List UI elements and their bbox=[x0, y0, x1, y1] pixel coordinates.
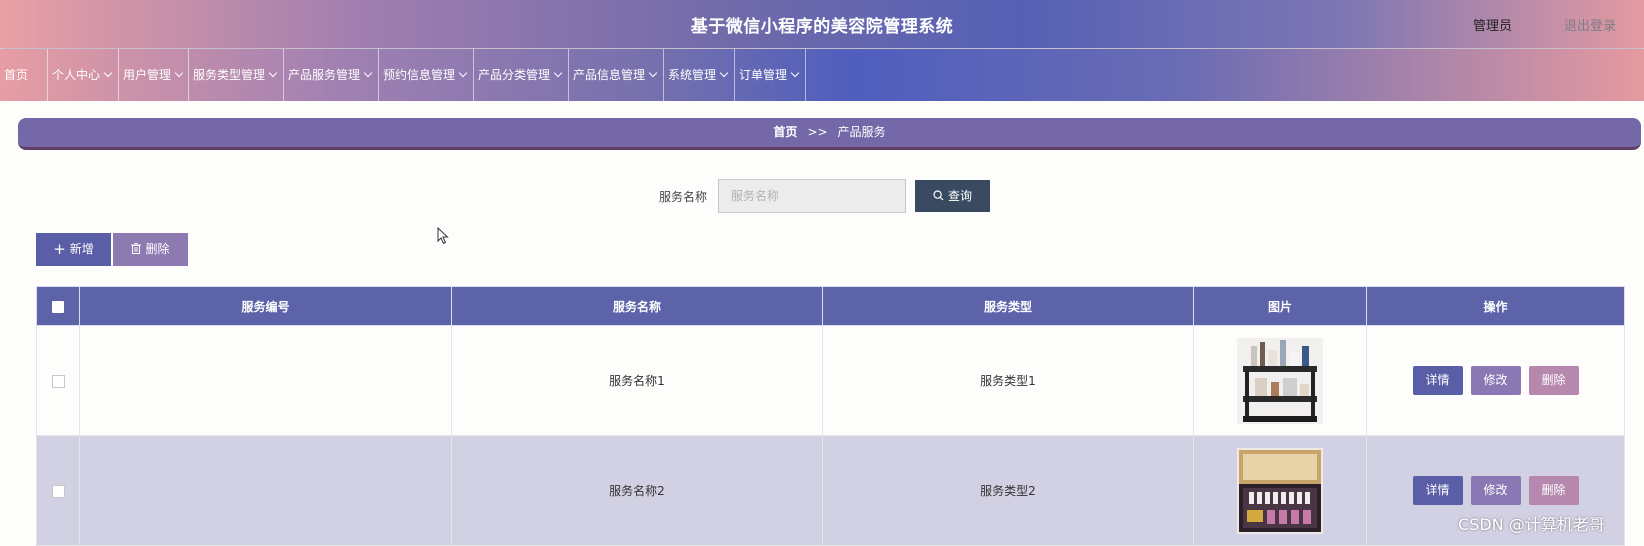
search-label: 服务名称 bbox=[659, 190, 708, 204]
column-header-service-name[interactable]: 服务名称 bbox=[451, 286, 823, 326]
edit-button[interactable]: 修改 bbox=[1470, 476, 1521, 505]
query-button-label: 查询 bbox=[947, 189, 972, 203]
service-id-cell bbox=[79, 325, 452, 436]
chevron-down-icon bbox=[458, 68, 468, 78]
column-header-image: 图片 bbox=[1193, 286, 1367, 326]
current-user-label: 管理员 bbox=[1473, 19, 1513, 34]
nav-item-product-service-management[interactable]: 产品服务管理 bbox=[284, 49, 379, 101]
delete-button[interactable]: 删除 bbox=[1528, 366, 1579, 395]
cosmetics-cart-photo bbox=[1237, 337, 1323, 424]
chevron-down-icon bbox=[363, 68, 373, 78]
image-cell bbox=[1193, 435, 1367, 546]
nav-item-home[interactable]: 首页 bbox=[0, 49, 48, 101]
image-cell bbox=[1193, 325, 1367, 436]
main-nav: 首页 个人中心 用户管理 服务类型管理 产品服务管理 预约信息管理 产品分类管理… bbox=[0, 49, 1644, 101]
service-type-cell: 服务类型1 bbox=[822, 325, 1194, 436]
table-row: 服务名称1 服务类型1 详情 修改 删除 bbox=[36, 325, 1625, 436]
nav-item-label: 系统管理 bbox=[668, 68, 717, 82]
chevron-down-icon bbox=[103, 68, 113, 78]
chevron-down-icon bbox=[553, 68, 563, 78]
row-checkbox[interactable] bbox=[51, 484, 65, 498]
row-checkbox[interactable] bbox=[51, 374, 65, 388]
table-header-row: 服务编号 服务名称 服务类型 图片 操作 bbox=[36, 286, 1625, 326]
nav-item-user-management[interactable]: 用户管理 bbox=[119, 49, 189, 101]
service-table: 服务编号 服务名称 服务类型 图片 操作 服务名称1 服务类型1 详情 修改 删… bbox=[36, 286, 1625, 546]
trash-icon bbox=[131, 233, 142, 266]
service-type-cell: 服务类型2 bbox=[822, 435, 1194, 546]
chevron-down-icon bbox=[174, 68, 184, 78]
row-select-cell bbox=[36, 325, 80, 436]
nav-item-label: 服务类型管理 bbox=[193, 68, 266, 82]
mouse-cursor-icon bbox=[437, 227, 449, 245]
breadcrumb-separator: >> bbox=[807, 125, 828, 139]
nav-item-label: 产品信息管理 bbox=[573, 68, 646, 82]
detail-button[interactable]: 详情 bbox=[1412, 366, 1463, 395]
query-button[interactable]: 查询 bbox=[915, 180, 990, 212]
table-row: 服务名称2 服务类型2 详情 修改 删除 bbox=[36, 435, 1625, 546]
search-icon bbox=[933, 180, 944, 212]
column-header-actions: 操作 bbox=[1366, 286, 1625, 326]
nav-item-product-category-management[interactable]: 产品分类管理 bbox=[474, 49, 569, 101]
select-all-checkbox[interactable] bbox=[52, 300, 64, 313]
nav-item-label: 用户管理 bbox=[123, 68, 172, 82]
breadcrumb-home[interactable]: 首页 bbox=[773, 125, 797, 139]
chevron-down-icon bbox=[719, 68, 729, 78]
service-name-cell: 服务名称2 bbox=[451, 435, 823, 546]
add-button-label: 新增 bbox=[69, 242, 94, 256]
service-name-search-input[interactable] bbox=[718, 179, 906, 213]
top-header: 基于微信小程序的美容院管理系统 管理员 退出登录 bbox=[0, 0, 1644, 48]
breadcrumb-current: 产品服务 bbox=[837, 125, 886, 139]
actions-cell: 详情 修改 删除 bbox=[1366, 325, 1625, 436]
bulk-delete-button[interactable]: 删除 bbox=[113, 233, 188, 266]
bulk-delete-button-label: 删除 bbox=[145, 242, 170, 256]
select-all-cell bbox=[36, 286, 80, 326]
nav-item-label: 预约信息管理 bbox=[383, 68, 456, 82]
nav-item-order-management[interactable]: 订单管理 bbox=[735, 49, 806, 101]
logout-link[interactable]: 退出登录 bbox=[1564, 15, 1616, 34]
service-name-cell: 服务名称1 bbox=[451, 325, 823, 436]
column-header-service-id[interactable]: 服务编号 bbox=[79, 286, 452, 326]
chevron-down-icon bbox=[790, 68, 800, 78]
breadcrumb: 首页 >> 产品服务 bbox=[18, 118, 1641, 150]
nav-item-label: 个人中心 bbox=[52, 68, 101, 82]
chevron-down-icon bbox=[648, 68, 658, 78]
watermark: CSDN @计算机老哥 bbox=[1458, 515, 1605, 534]
nav-item-system-management[interactable]: 系统管理 bbox=[664, 49, 735, 101]
nav-item-personal-center[interactable]: 个人中心 bbox=[48, 49, 119, 101]
nav-item-label: 首页 bbox=[4, 68, 29, 82]
delete-button[interactable]: 删除 bbox=[1528, 476, 1579, 505]
detail-button[interactable]: 详情 bbox=[1412, 476, 1463, 505]
plus-icon: + bbox=[53, 240, 66, 258]
column-header-service-type[interactable]: 服务类型 bbox=[822, 286, 1194, 326]
nav-item-appointment-management[interactable]: 预约信息管理 bbox=[379, 49, 474, 101]
nav-item-label: 订单管理 bbox=[739, 68, 788, 82]
nav-item-product-info-management[interactable]: 产品信息管理 bbox=[569, 49, 664, 101]
app-title: 基于微信小程序的美容院管理系统 bbox=[690, 17, 954, 37]
nav-item-label: 产品分类管理 bbox=[478, 68, 551, 82]
nav-item-service-type-management[interactable]: 服务类型管理 bbox=[189, 49, 284, 101]
chevron-down-icon bbox=[268, 68, 278, 78]
add-button[interactable]: + 新增 bbox=[36, 233, 111, 266]
edit-button[interactable]: 修改 bbox=[1470, 366, 1521, 395]
nav-item-label: 产品服务管理 bbox=[288, 68, 361, 82]
service-id-cell bbox=[79, 435, 452, 546]
row-select-cell bbox=[36, 435, 80, 546]
skincare-giftbox-photo bbox=[1237, 447, 1323, 534]
